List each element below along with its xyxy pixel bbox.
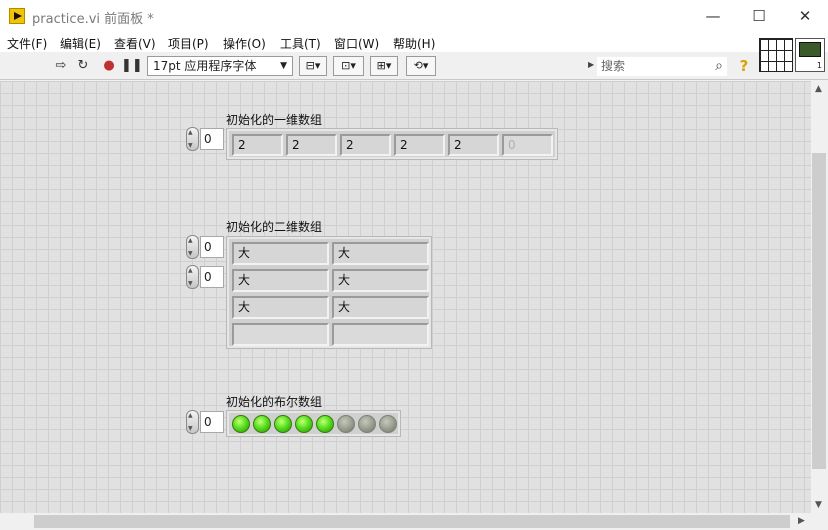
array-1d-index[interactable]: 0 [186,127,225,151]
run-continuously-icon[interactable]: ↻ [74,56,92,76]
array-1d-label: 初始化的一维数组 [226,113,323,127]
title-bar: practice.vi 前面板 * — ☐ ✕ [0,0,828,32]
resize-objects-icon[interactable]: ⊞▾ [370,56,398,76]
array-2d-element[interactable]: 大 [232,296,329,319]
search-placeholder: 搜索 [601,59,626,73]
scroll-down-arrow-icon[interactable]: ▼ [815,500,822,510]
array-2d[interactable]: 大 大 大 大 大 大 [226,236,432,349]
bool-array[interactable] [226,410,401,437]
led-indicator-on[interactable] [274,415,292,433]
search-input[interactable]: 搜索 ⌕ [597,57,727,76]
font-select-value: 17pt 应用程序字体 [153,59,257,73]
scroll-right-arrow-icon[interactable]: ▶ [798,516,805,526]
chevron-down-icon: ▼ [280,61,287,71]
align-objects-icon[interactable]: ⊟▾ [299,56,327,76]
vertical-scroll-thumb[interactable] [812,153,826,469]
close-button[interactable]: ✕ [782,0,828,32]
vi-icon-number: 1 [816,61,822,70]
distribute-objects-icon[interactable]: ⊡▾ [333,56,364,76]
menu-file[interactable]: 文件(F) [7,35,47,52]
index-value[interactable]: 0 [200,128,224,150]
array-2d-element[interactable]: 大 [232,269,329,292]
menu-edit[interactable]: 编辑(E) [60,35,101,52]
array-1d[interactable]: 2 2 2 2 2 0 [226,128,558,160]
run-arrow-icon[interactable]: ⇨ [52,56,70,76]
array-1d-element[interactable]: 2 [232,134,283,156]
bool-array-index[interactable]: 0 [186,410,225,434]
array-2d-label: 初始化的二维数组 [226,220,323,234]
pause-icon[interactable]: ❚❚ [121,56,143,76]
menu-window[interactable]: 窗口(W) [334,35,379,52]
toolbar: ⇨ ↻ ● ❚❚ 17pt 应用程序字体 ▼ ⊟▾ ⊡▾ ⊞▾ ⟲▾ ▶ 搜索 … [0,52,828,80]
array-2d-row-index[interactable]: 0 [186,235,225,259]
array-2d-empty-element[interactable] [332,323,429,346]
index-spinner[interactable] [186,410,199,434]
index-value[interactable]: 0 [200,236,224,258]
menu-project[interactable]: 项目(P) [168,35,209,52]
menu-view[interactable]: 查看(V) [114,35,156,52]
index-spinner[interactable] [186,127,199,151]
menu-operate[interactable]: 操作(O) [223,35,266,52]
menu-tools[interactable]: 工具(T) [280,35,321,52]
labview-app-icon [9,8,25,24]
abort-icon[interactable]: ● [100,56,118,76]
bool-array-label: 初始化的布尔数组 [226,395,323,409]
vi-icon[interactable]: 1 [795,38,825,72]
minimize-button[interactable]: — [690,0,736,32]
index-value[interactable]: 0 [200,411,224,433]
search-icon[interactable]: ⌕ [715,57,723,76]
font-select[interactable]: 17pt 应用程序字体 ▼ [147,56,293,76]
index-value[interactable]: 0 [200,266,224,288]
led-indicator-on[interactable] [316,415,334,433]
array-1d-element[interactable]: 2 [394,134,445,156]
context-help-icon[interactable]: ? [736,56,752,76]
led-indicator-empty[interactable] [379,415,397,433]
led-indicator-empty[interactable] [337,415,355,433]
array-2d-empty-element[interactable] [232,323,329,346]
led-indicator-on[interactable] [253,415,271,433]
array-1d-element[interactable]: 2 [448,134,499,156]
menu-bar: 文件(F) 编辑(E) 查看(V) 项目(P) 操作(O) 工具(T) 窗口(W… [0,32,828,52]
window-title: practice.vi 前面板 * [32,12,154,27]
vi-icon-screen [799,42,821,57]
connector-pane[interactable] [759,38,793,72]
front-panel-canvas[interactable]: 初始化的一维数组 0 2 2 2 2 2 0 初始化的二维数组 0 0 大 大 … [0,81,811,513]
array-2d-element[interactable]: 大 [332,242,429,265]
array-1d-element[interactable]: 2 [286,134,337,156]
maximize-button[interactable]: ☐ [736,0,782,32]
search-arrow-icon: ▶ [588,60,595,69]
horizontal-scroll-thumb[interactable] [34,515,790,528]
scroll-up-arrow-icon[interactable]: ▲ [815,84,822,94]
led-indicator-on[interactable] [295,415,313,433]
menu-help[interactable]: 帮助(H) [393,35,435,52]
index-spinner[interactable] [186,265,199,289]
led-indicator-on[interactable] [232,415,250,433]
array-2d-column-index[interactable]: 0 [186,265,225,289]
index-spinner[interactable] [186,235,199,259]
array-2d-element[interactable]: 大 [232,242,329,265]
array-2d-element[interactable]: 大 [332,269,429,292]
array-1d-element[interactable]: 2 [340,134,391,156]
array-1d-empty-element[interactable]: 0 [502,134,553,156]
array-2d-element[interactable]: 大 [332,296,429,319]
reorder-icon[interactable]: ⟲▾ [406,56,436,76]
led-indicator-empty[interactable] [358,415,376,433]
